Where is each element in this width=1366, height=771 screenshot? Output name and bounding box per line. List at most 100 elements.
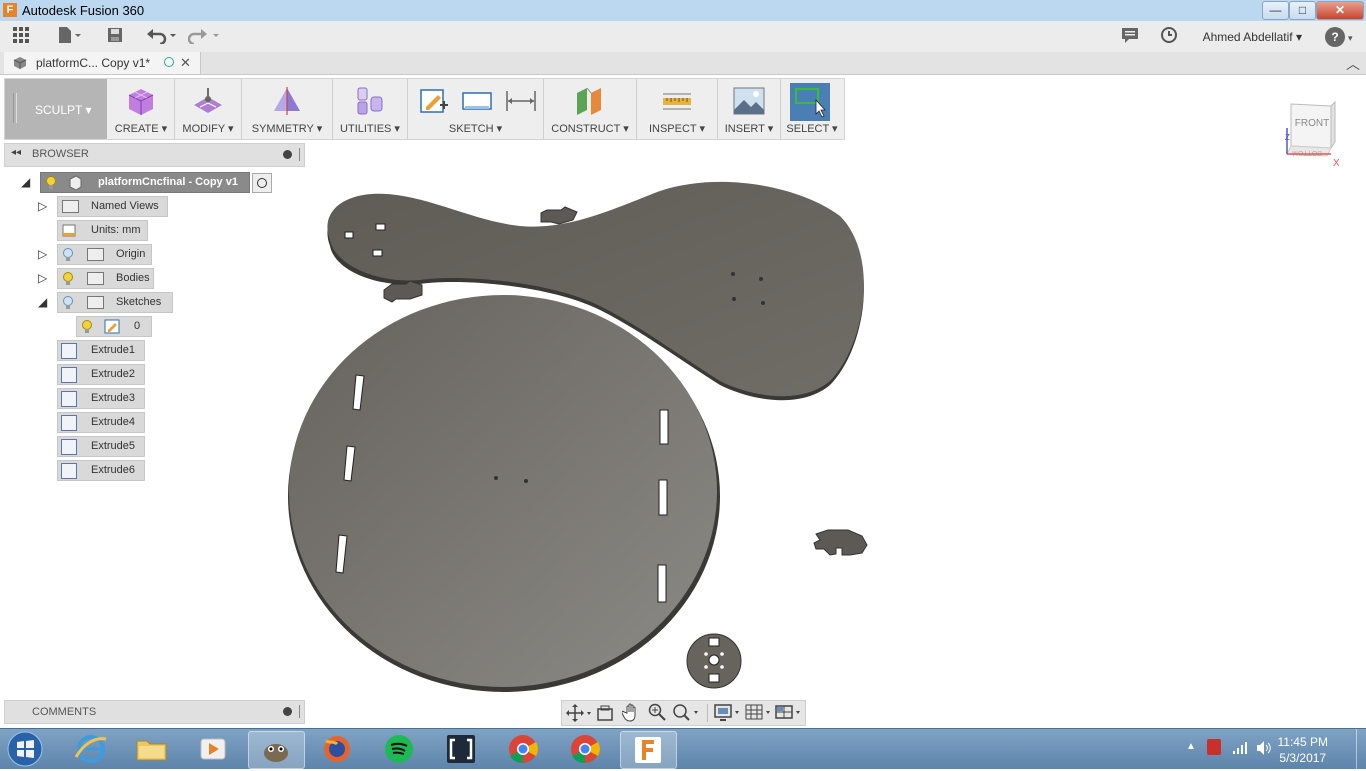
tray-expand-icon[interactable]: ▲	[1186, 741, 1196, 752]
select-menu[interactable]: SELECT ▾	[781, 79, 843, 139]
display-settings-icon[interactable]	[714, 703, 742, 722]
construct-menu[interactable]: CONSTRUCT ▾	[544, 79, 637, 139]
modify-label: MODIFY ▾	[182, 123, 234, 135]
browser-header[interactable]: ◂◂ BROWSER	[4, 143, 305, 167]
chrome-icon-1[interactable]	[496, 731, 551, 767]
create-menu[interactable]: CREATE ▾	[108, 79, 175, 139]
save-icon[interactable]	[104, 26, 126, 48]
document-tab[interactable]: platformC... Copy v1* ✕	[4, 52, 201, 74]
symmetry-menu[interactable]: SYMMETRY ▾	[242, 79, 333, 139]
zoom-window-icon[interactable]	[672, 703, 700, 722]
browser-item-named-views[interactable]: Named Views	[57, 196, 168, 217]
maximize-button[interactable]: □	[1289, 1, 1316, 20]
timeline-extrude4[interactable]: Extrude4	[57, 412, 145, 433]
extrude-icon	[61, 463, 77, 479]
file-icon[interactable]	[54, 26, 84, 48]
hub-part[interactable]	[686, 632, 744, 690]
comment-icon[interactable]	[1119, 26, 1141, 48]
browser-resize-handle[interactable]	[299, 148, 302, 161]
clip-part-2[interactable]	[383, 280, 423, 303]
browser-item-sketches[interactable]: Sketches	[57, 292, 173, 313]
viewcube-front-label: FRONT	[1295, 118, 1329, 129]
sketch-menu[interactable]: SKETCH ▾	[408, 79, 544, 139]
user-menu[interactable]: Ahmed Abdellatif ▾	[1203, 30, 1302, 44]
grid-settings-icon[interactable]	[745, 703, 773, 722]
insert-menu[interactable]: INSERT ▾	[718, 79, 781, 139]
tray-app-icon[interactable]	[1207, 739, 1221, 755]
internet-explorer-icon[interactable]	[64, 731, 119, 767]
collapse-browser-icon[interactable]: ◂◂	[11, 147, 21, 158]
sketch-icon	[104, 319, 120, 334]
comments-resize-handle[interactable]	[299, 705, 302, 718]
collapse-icon[interactable]: ︿	[1346, 54, 1360, 74]
expand-named-views-icon[interactable]: ▷	[38, 199, 47, 213]
collapse-sketches-icon[interactable]: ◢	[38, 295, 47, 309]
expand-root-icon[interactable]: ◢	[21, 175, 30, 189]
fusion360-icon[interactable]	[620, 731, 677, 769]
browser-item-label: Extrude3	[91, 392, 136, 404]
browser-item-units[interactable]: Units: mm	[57, 220, 148, 241]
timeline-extrude2[interactable]: Extrude2	[57, 364, 145, 385]
clip-part-1[interactable]	[540, 206, 578, 225]
disc-body[interactable]	[288, 295, 720, 692]
volume-icon[interactable]	[1256, 740, 1272, 756]
expand-bodies-icon[interactable]: ▷	[38, 271, 47, 285]
show-desktop-button[interactable]	[1356, 729, 1366, 769]
extrude-icon	[61, 415, 77, 431]
construct-label: CONSTRUCT ▾	[551, 123, 629, 135]
expand-origin-icon[interactable]: ▷	[38, 247, 47, 261]
add-comment-icon[interactable]	[283, 707, 292, 716]
comments-panel[interactable]: COMMENTS	[4, 700, 305, 724]
bulb-icon	[63, 272, 73, 285]
utilities-menu[interactable]: UTILITIES ▾	[333, 79, 408, 139]
browser-item-sketch-0[interactable]: 0	[76, 316, 152, 337]
sync-status-icon	[164, 57, 174, 67]
browser-root[interactable]: platformCncfinal - Copy v1	[40, 172, 250, 193]
firefox-icon[interactable]	[310, 731, 365, 767]
browser-item-origin[interactable]: Origin	[57, 244, 152, 265]
brackets-icon[interactable]	[434, 731, 489, 767]
chrome-icon-2[interactable]	[558, 731, 613, 767]
model-canvas[interactable]	[280, 180, 880, 695]
close-tab-icon[interactable]: ✕	[180, 55, 191, 71]
browser-item-bodies[interactable]: Bodies	[57, 268, 154, 289]
help-dropdown-icon[interactable]: ▾	[1348, 33, 1353, 44]
modify-menu[interactable]: MODIFY ▾	[175, 79, 242, 139]
orbit-icon[interactable]	[566, 704, 592, 722]
grip-handle[interactable]	[13, 93, 17, 123]
window-title: Autodesk Fusion 360	[22, 3, 145, 18]
viewcube[interactable]: FRONT BOTTOM X Z	[1283, 98, 1340, 169]
spotify-icon[interactable]	[372, 731, 427, 767]
minimize-button[interactable]: —	[1262, 1, 1289, 20]
look-at-icon[interactable]	[596, 704, 614, 722]
grid-icon[interactable]	[10, 26, 32, 48]
close-button[interactable]: ✕	[1316, 1, 1364, 20]
media-player-icon[interactable]	[186, 731, 241, 767]
zoom-icon[interactable]	[648, 703, 666, 722]
clock-icon[interactable]	[1158, 26, 1180, 48]
network-icon[interactable]	[1232, 741, 1248, 755]
pan-icon[interactable]	[622, 703, 640, 722]
workspace-switcher[interactable]: SCULPT ▾	[5, 79, 107, 139]
timeline-extrude5[interactable]: Extrude5	[57, 436, 145, 457]
gimp-icon[interactable]	[248, 731, 305, 769]
file-explorer-icon[interactable]	[124, 731, 179, 767]
browser-item-label: Extrude4	[91, 416, 136, 428]
browser-options-icon[interactable]	[283, 150, 292, 159]
timeline-extrude1[interactable]: Extrude1	[57, 340, 145, 361]
browser-item-label: Extrude2	[91, 368, 136, 380]
start-button[interactable]	[4, 730, 46, 768]
symmetry-icon	[271, 85, 303, 117]
browser-item-label: Extrude1	[91, 344, 136, 356]
activate-component-button[interactable]	[252, 173, 272, 193]
timeline-extrude6[interactable]: Extrude6	[57, 460, 145, 481]
bracket-part[interactable]	[812, 526, 870, 558]
inspect-menu[interactable]: INSPECT ▾	[637, 79, 718, 139]
system-clock[interactable]: 11:45 PM 5/3/2017	[1278, 734, 1328, 766]
undo-icon[interactable]	[145, 26, 179, 48]
redo-icon[interactable]	[187, 26, 222, 48]
timeline-extrude3[interactable]: Extrude3	[57, 388, 145, 409]
help-icon[interactable]: ?	[1325, 27, 1345, 47]
viewports-icon[interactable]	[775, 703, 803, 722]
symmetry-label: SYMMETRY ▾	[251, 123, 323, 135]
